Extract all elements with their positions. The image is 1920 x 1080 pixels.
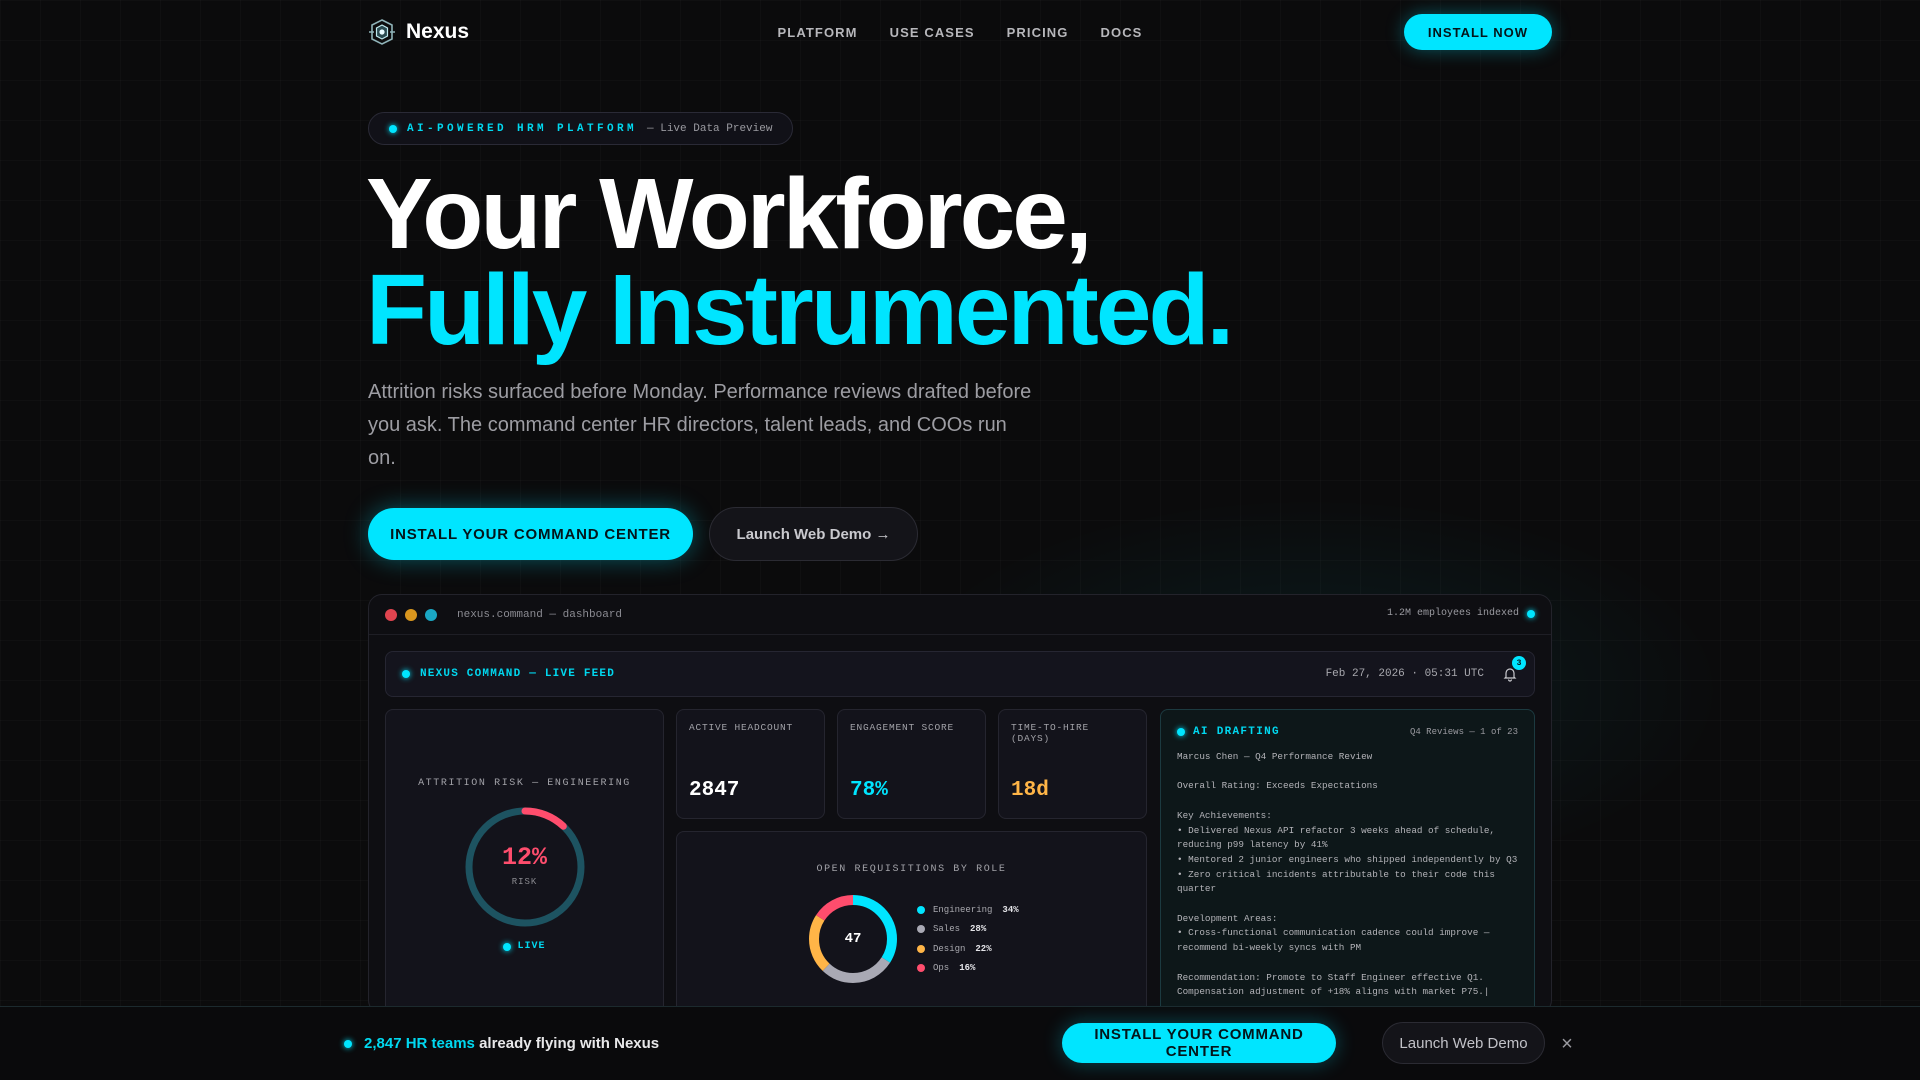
close-icon[interactable]: × (1556, 1033, 1578, 1055)
hero-tag-sub: — Live Data Preview (647, 122, 773, 135)
ai-drafting-title: AI DRAFTING (1193, 726, 1280, 738)
nav-link-pricing[interactable]: PRICING (1007, 25, 1069, 40)
social-proof-dot (344, 1039, 352, 1048)
legend-pct: 16% (959, 963, 976, 974)
install-command-center-button[interactable]: INSTALL YOUR COMMAND CENTER (368, 508, 693, 560)
window-minimize-dot (405, 608, 417, 621)
metric-label: TIME-TO-HIRE (DAYS) (1011, 722, 1090, 744)
attrition-gauge: 12% RISK (463, 805, 587, 929)
feed-title: NEXUS COMMAND — LIVE FEED (420, 668, 616, 680)
dashboard-preview-window: nexus.command — dashboard 1.2M employees… (368, 594, 1552, 1014)
legend-label: Design (933, 943, 966, 954)
metric-card-time-to-hire: TIME-TO-HIRE (DAYS) 18d (998, 709, 1147, 819)
feed-dot (402, 670, 410, 678)
attrition-label: RISK (511, 877, 538, 887)
window-titlebar: nexus.command — dashboard 1.2M employees… (369, 595, 1551, 635)
live-feed-bar: NEXUS COMMAND — LIVE FEED Feb 27, 2026 ·… (385, 651, 1535, 697)
brand-name: Nexus (406, 20, 470, 43)
requisitions-legend: Engineering 34% Sales 28% Design 22% Ops… (917, 900, 1019, 978)
ai-drafting-title-group: AI DRAFTING (1177, 726, 1280, 738)
install-now-button[interactable]: INSTALL NOW (1403, 14, 1552, 50)
window-close-dot (385, 608, 397, 621)
legend-dot (917, 964, 925, 973)
ai-dot (1177, 728, 1185, 736)
hero-tag-pill: AI-POWERED HRM PLATFORM — Live Data Prev… (368, 112, 794, 145)
metric-value: 2847 (689, 779, 740, 802)
top-nav: Nexus PLATFORM USE CASES PRICING DOCS IN… (368, 0, 1552, 64)
hero-headline-line-1: Your Workforce, (366, 158, 1093, 270)
social-proof-count: 2,847 HR teams (364, 1035, 475, 1052)
metric-label: ACTIVE HEADCOUNT (689, 722, 794, 733)
metric-value: 18d (1011, 779, 1049, 802)
ai-drafting-meta: Q4 Reviews — 1 of 23 (1409, 727, 1518, 737)
brand-logo[interactable]: Nexus (368, 18, 469, 46)
metric-card-headcount: ACTIVE HEADCOUNT 2847 (676, 709, 825, 819)
legend-pct: 28% (970, 924, 987, 935)
attrition-risk-card: ATTRITION RISK — ENGINEERING 12% RISK LI… (385, 709, 664, 1013)
sticky-install-button[interactable]: INSTALL YOUR COMMAND CENTER (1062, 1023, 1336, 1063)
legend-row-design: Design 22% (917, 939, 1019, 959)
legend-dot (917, 905, 925, 914)
metric-value: 78% (850, 779, 888, 802)
indexed-status: 1.2M employees indexed (1387, 608, 1535, 619)
feed-right: Feb 27, 2026 · 05:31 UTC 3 (1325, 656, 1526, 682)
nav-links: PLATFORM USE CASES PRICING DOCS (778, 25, 1143, 40)
open-requisitions-card: OPEN REQUISITIONS BY ROLE 47 Engineering… (676, 831, 1147, 1013)
live-label: LIVE (517, 941, 546, 952)
legend-dot (917, 925, 925, 934)
ai-drafting-card: AI DRAFTING Q4 Reviews — 1 of 23 Marcus … (1160, 709, 1535, 1013)
social-proof-text: 2,847 HR teams already flying with Nexus (364, 1035, 659, 1052)
social-proof: 2,847 HR teams already flying with Nexus (344, 1035, 659, 1052)
nav-link-docs[interactable]: DOCS (1100, 25, 1142, 40)
ai-drafting-body: Marcus Chen — Q4 Performance Review Over… (1177, 751, 1518, 998)
indexed-dot (1527, 609, 1535, 618)
ai-drafting-header: AI DRAFTING Q4 Reviews — 1 of 23 (1177, 726, 1518, 738)
window-url: nexus.command — dashboard (457, 608, 623, 621)
legend-pct: 34% (1002, 904, 1019, 915)
notification-bell[interactable]: 3 (1502, 656, 1526, 682)
launch-web-demo-button[interactable]: Launch Web Demo → (709, 507, 918, 561)
nexus-logo-icon (369, 19, 395, 45)
legend-label: Engineering (933, 904, 993, 915)
hero-headline-line-2: Fully Instrumented. (366, 254, 1234, 366)
metric-card-engagement: ENGAGEMENT SCORE 78% (837, 709, 986, 819)
nav-link-use-cases[interactable]: USE CASES (890, 25, 975, 40)
legend-row-engineering: Engineering 34% (917, 900, 1019, 920)
indexed-count: 1.2M employees indexed (1386, 608, 1519, 619)
nav-link-platform[interactable]: PLATFORM (778, 25, 858, 40)
requisitions-total: 47 (844, 931, 862, 947)
live-indicator: LIVE (386, 941, 663, 952)
live-dot (503, 942, 512, 951)
attrition-title: ATTRITION RISK — ENGINEERING (418, 778, 631, 789)
feed-timestamp: Feb 27, 2026 · 05:31 UTC (1325, 668, 1484, 680)
hero-tag-label: AI-POWERED HRM PLATFORM (407, 122, 638, 135)
requisitions-title: OPEN REQUISITIONS BY ROLE (816, 864, 1007, 875)
sticky-launch-demo-button[interactable]: Launch Web Demo (1382, 1022, 1545, 1064)
social-proof-rest: already flying with Nexus (479, 1035, 660, 1052)
legend-pct: 22% (975, 943, 992, 954)
sticky-cta-bar: 2,847 HR teams already flying with Nexus… (0, 1006, 1920, 1080)
legend-row-sales: Sales 28% (917, 920, 1019, 940)
legend-label: Ops (933, 963, 950, 974)
window-maximize-dot (425, 608, 437, 621)
notification-badge: 3 (1512, 656, 1526, 670)
legend-dot (917, 944, 925, 953)
attrition-value: 12% (501, 843, 547, 872)
metric-label: ENGAGEMENT SCORE (850, 722, 955, 733)
legend-label: Sales (933, 924, 961, 935)
hero-subtitle: Attrition risks surfaced before Monday. … (368, 381, 1032, 469)
status-dot (389, 124, 397, 133)
legend-row-ops: Ops 16% (917, 959, 1019, 979)
